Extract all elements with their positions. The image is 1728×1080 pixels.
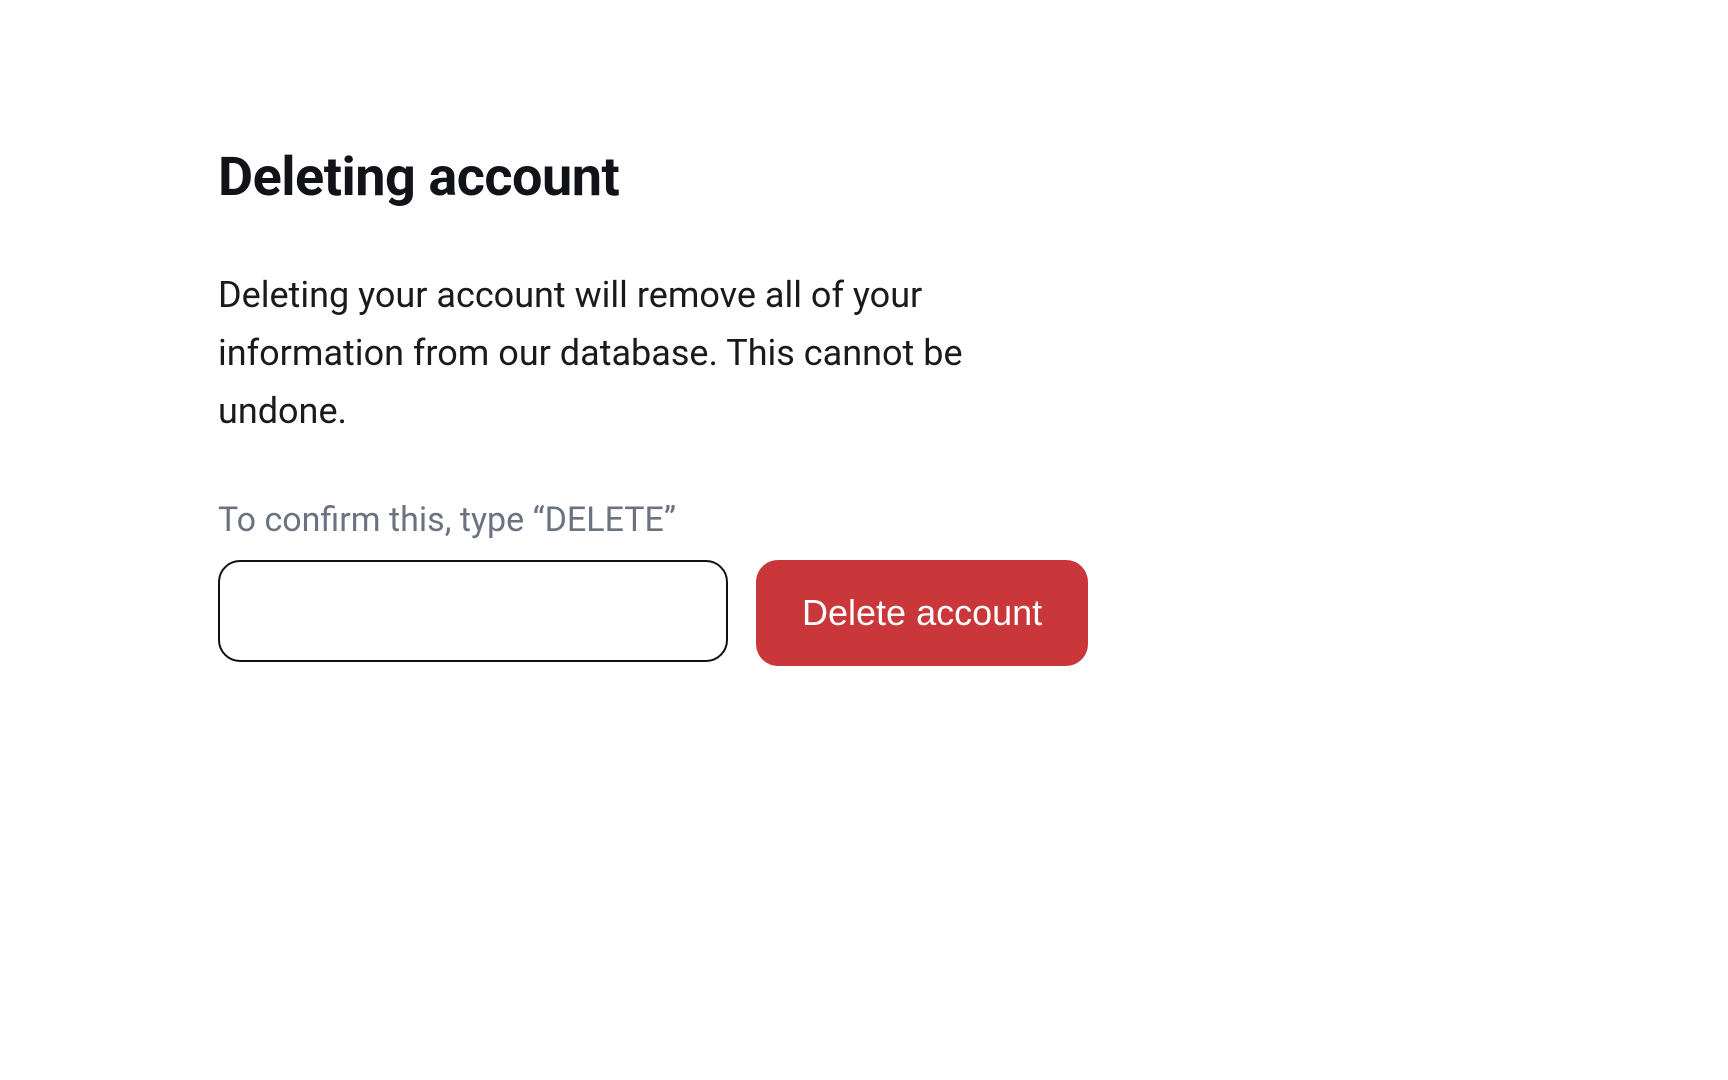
- dialog-description: Deleting your account will remove all of…: [218, 267, 1078, 440]
- dialog-heading: Deleting account: [218, 148, 1138, 207]
- confirm-instruction-label: To confirm this, type “DELETE”: [218, 500, 1138, 540]
- confirm-input-row: Delete account: [218, 560, 1138, 666]
- delete-account-dialog: Deleting account Deleting your account w…: [218, 148, 1138, 666]
- delete-account-button[interactable]: Delete account: [756, 560, 1088, 666]
- confirm-delete-input[interactable]: [218, 560, 728, 662]
